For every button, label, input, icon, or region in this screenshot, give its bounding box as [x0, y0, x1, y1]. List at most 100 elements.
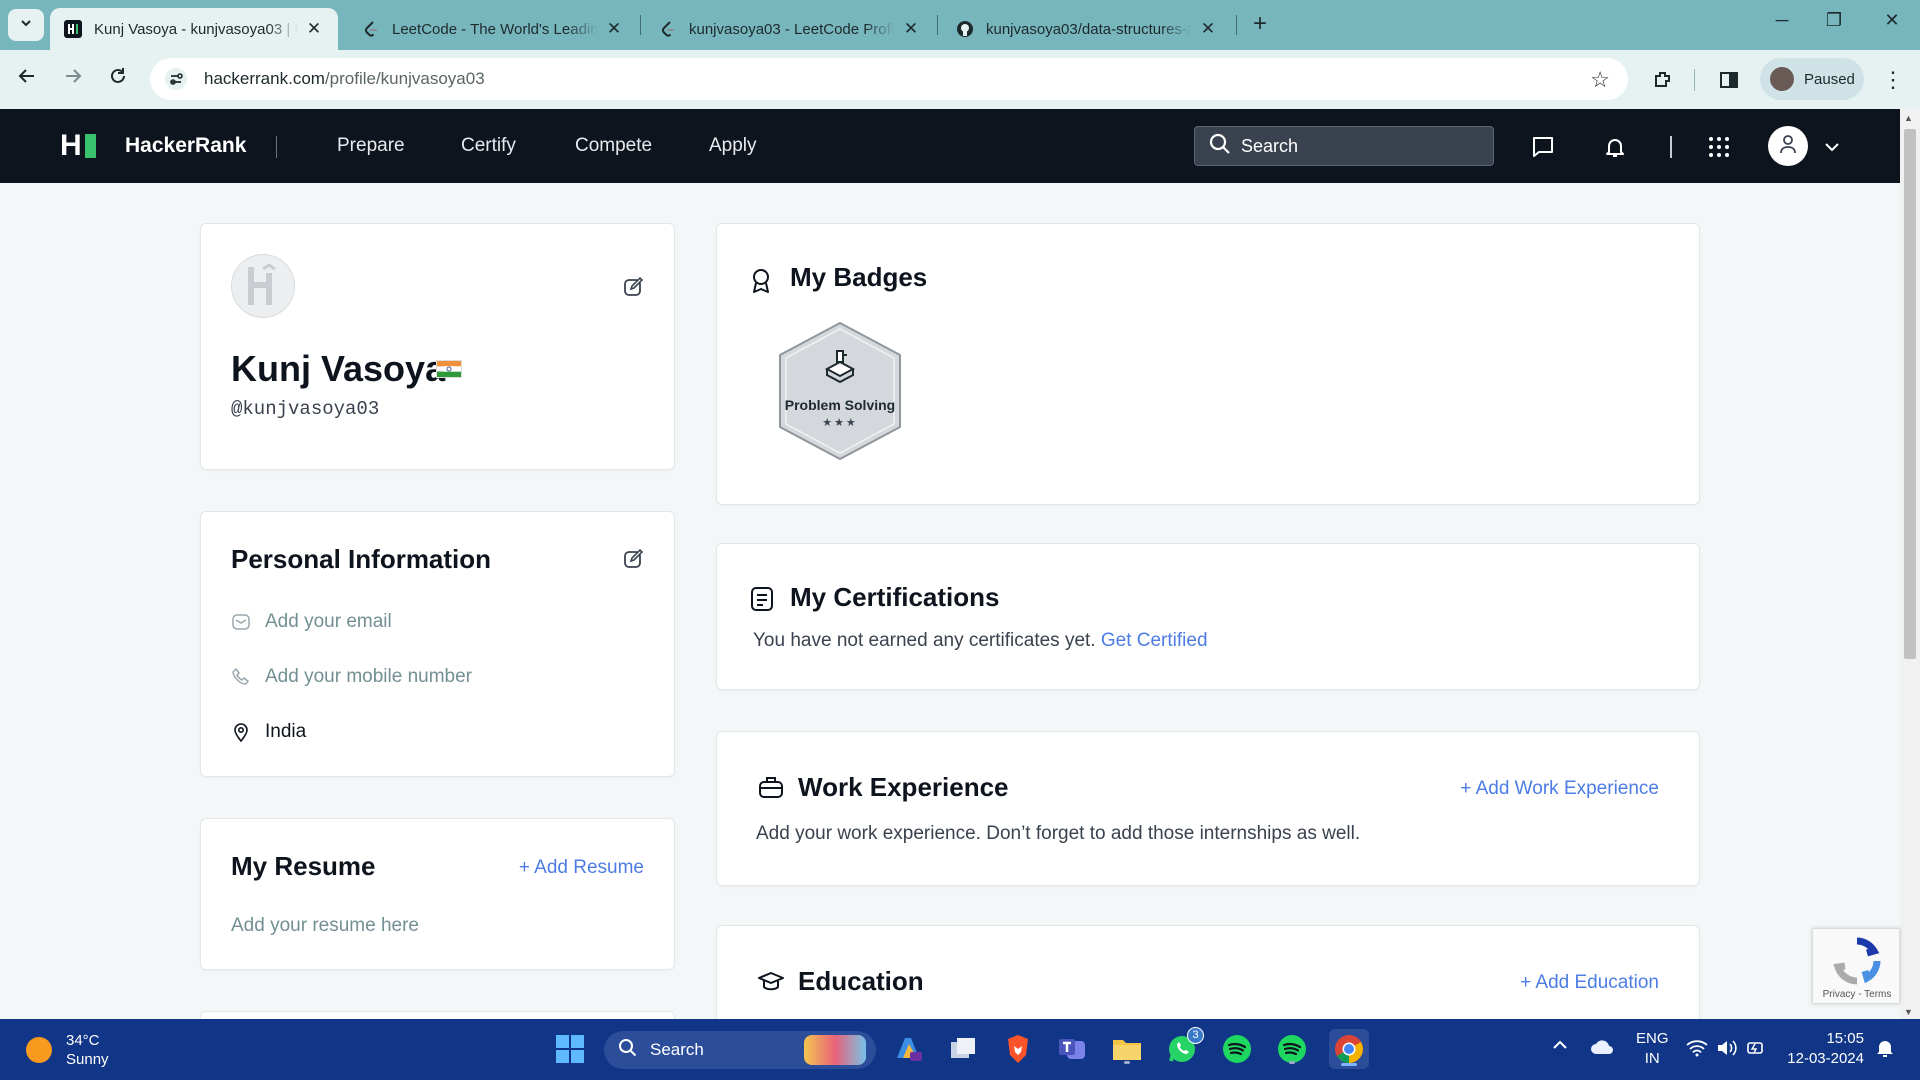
edit-personal-info-icon[interactable]	[623, 548, 645, 570]
search-placeholder: Search	[1241, 135, 1299, 156]
windows-start-icon[interactable]	[552, 1031, 588, 1067]
tab-hackerrank[interactable]: Kunj Vasoya - kunjvasoya03 | Ha ✕	[50, 8, 338, 50]
chevron-down-icon[interactable]	[1818, 133, 1846, 161]
page-scrollbar[interactable]: ▲ ▼	[1900, 109, 1920, 1019]
browser-menu-icon[interactable]: ⋮	[1878, 65, 1908, 95]
search-highlight-image	[804, 1035, 866, 1065]
certifications-text: You have not earned any certificates yet…	[753, 630, 1096, 651]
tab-title: kunjvasoya03/data-structures-a	[986, 20, 1192, 38]
volume-icon[interactable]	[1716, 1039, 1738, 1061]
brand-name[interactable]: HackerRank	[125, 134, 246, 158]
logo-green-bar	[84, 134, 96, 158]
address-bar[interactable]: hackerrank.com/profile/kunjvasoya03 ☆	[150, 58, 1628, 100]
language-region: IN	[1644, 1050, 1660, 1067]
hackerrank-favicon-icon	[64, 20, 82, 38]
tab-leetcode-profile[interactable]: kunjvasoya03 - LeetCode Profile ✕	[645, 8, 935, 50]
recaptcha-privacy-terms[interactable]: Privacy - Terms	[1813, 989, 1901, 1000]
user-avatar-button[interactable]	[1768, 126, 1808, 166]
spotify-app-icon[interactable]	[1219, 1031, 1255, 1067]
close-window-button[interactable]: ✕	[1872, 10, 1912, 31]
minimize-button[interactable]: ─	[1762, 10, 1802, 31]
nav-apply[interactable]: Apply	[709, 135, 757, 157]
badges-title: My Badges	[790, 262, 928, 292]
system-clock[interactable]: 15:05 12-03-2024	[1784, 1029, 1864, 1069]
search-input[interactable]: Search	[1194, 126, 1494, 166]
email-placeholder: Add your email	[265, 611, 392, 632]
url-host: hackerrank.com	[204, 69, 325, 88]
arrow-right-icon	[63, 66, 83, 92]
onedrive-cloud-icon[interactable]	[1590, 1039, 1614, 1059]
battery-charging-icon[interactable]	[1746, 1038, 1766, 1062]
profile-paused-button[interactable]: Paused	[1760, 58, 1864, 100]
chrome-app-icon[interactable]	[1329, 1029, 1369, 1069]
scroll-down-arrow-icon[interactable]: ▼	[1904, 1007, 1913, 1017]
email-row[interactable]: Add your email	[231, 611, 392, 633]
add-education-link[interactable]: + Add Education	[1520, 972, 1659, 994]
copilot-app-icon[interactable]	[890, 1031, 926, 1067]
nav-compete[interactable]: Compete	[575, 135, 652, 157]
close-tab-icon[interactable]: ✕	[901, 19, 921, 39]
india-flag-icon	[436, 360, 462, 378]
education-title: Education	[798, 966, 924, 996]
briefcase-icon	[758, 775, 784, 804]
hackerrank-logo[interactable]: H	[60, 131, 96, 161]
whatsapp-notification-badge: 3	[1187, 1027, 1204, 1044]
location-row: India	[231, 721, 306, 743]
site-info-icon[interactable]	[156, 68, 196, 90]
forward-button[interactable]	[58, 64, 88, 94]
get-certified-link[interactable]: Get Certified	[1101, 630, 1208, 651]
resume-title: My Resume	[231, 851, 376, 881]
close-tab-icon[interactable]: ✕	[604, 19, 624, 39]
apps-grid-icon[interactable]	[1705, 133, 1733, 161]
bookmark-star-icon[interactable]: ☆	[1590, 67, 1610, 93]
file-explorer-icon[interactable]	[1109, 1031, 1145, 1067]
wifi-icon[interactable]	[1686, 1039, 1708, 1061]
sun-icon	[26, 1037, 52, 1063]
tab-search-button[interactable]	[8, 9, 44, 41]
graduation-cap-icon	[758, 971, 784, 998]
leetcode-favicon-icon	[362, 20, 380, 38]
github-favicon-icon	[956, 20, 974, 38]
problem-solving-badge[interactable]: Problem Solving ★★★	[777, 321, 903, 461]
toolbar-divider	[1694, 69, 1695, 91]
mobile-row[interactable]: Add your mobile number	[231, 666, 472, 688]
spotify-app-icon-2[interactable]	[1274, 1031, 1310, 1067]
weather-widget[interactable]: 34°C Sunny	[26, 1031, 109, 1069]
edit-profile-icon[interactable]	[623, 276, 645, 298]
notifications-bell-icon[interactable]	[1601, 133, 1629, 161]
extensions-icon[interactable]	[1648, 65, 1678, 95]
restore-button[interactable]: ❐	[1814, 10, 1854, 31]
whatsapp-app-icon[interactable]: 3	[1164, 1027, 1204, 1067]
close-tab-icon[interactable]: ✕	[1198, 19, 1218, 39]
tab-leetcode[interactable]: LeetCode - The World's Leading ✕	[348, 8, 638, 50]
running-indicator	[1289, 1061, 1295, 1064]
weather-description: Sunny	[66, 1051, 109, 1068]
recaptcha-widget[interactable]: Privacy - Terms	[1812, 928, 1900, 1004]
language-indicator[interactable]: ENG IN	[1636, 1029, 1669, 1069]
side-panel-icon[interactable]	[1714, 65, 1744, 95]
reload-button[interactable]	[103, 64, 133, 94]
nav-certify[interactable]: Certify	[461, 135, 516, 157]
scrollbar-thumb[interactable]	[1904, 129, 1916, 659]
scroll-up-arrow-icon[interactable]: ▲	[1904, 113, 1913, 123]
language-code: ENG	[1636, 1030, 1669, 1047]
notification-bell-icon[interactable]	[1876, 1038, 1894, 1062]
add-resume-link[interactable]: + Add Resume	[519, 857, 644, 879]
messages-icon[interactable]	[1529, 133, 1557, 161]
avatar	[1770, 67, 1794, 91]
badges-card: My Badges Problem Solving ★★★	[716, 223, 1700, 505]
taskbar-search-label: Search	[650, 1040, 704, 1059]
teams-app-icon[interactable]	[1054, 1031, 1090, 1067]
taskbar-search-box[interactable]: Search	[604, 1031, 876, 1069]
show-hidden-icons-chevron-icon[interactable]	[1552, 1037, 1568, 1057]
certifications-card: My Certifications You have not earned an…	[716, 543, 1700, 690]
add-work-experience-link[interactable]: + Add Work Experience	[1460, 778, 1659, 800]
location-value: India	[265, 721, 307, 742]
task-view-icon[interactable]	[945, 1031, 981, 1067]
back-button[interactable]	[12, 64, 42, 94]
new-tab-button[interactable]: +	[1246, 10, 1274, 38]
tab-github[interactable]: kunjvasoya03/data-structures-a ✕	[942, 8, 1232, 50]
brave-browser-icon[interactable]	[1000, 1031, 1036, 1067]
nav-prepare[interactable]: Prepare	[337, 135, 405, 157]
close-tab-icon[interactable]: ✕	[304, 19, 324, 39]
